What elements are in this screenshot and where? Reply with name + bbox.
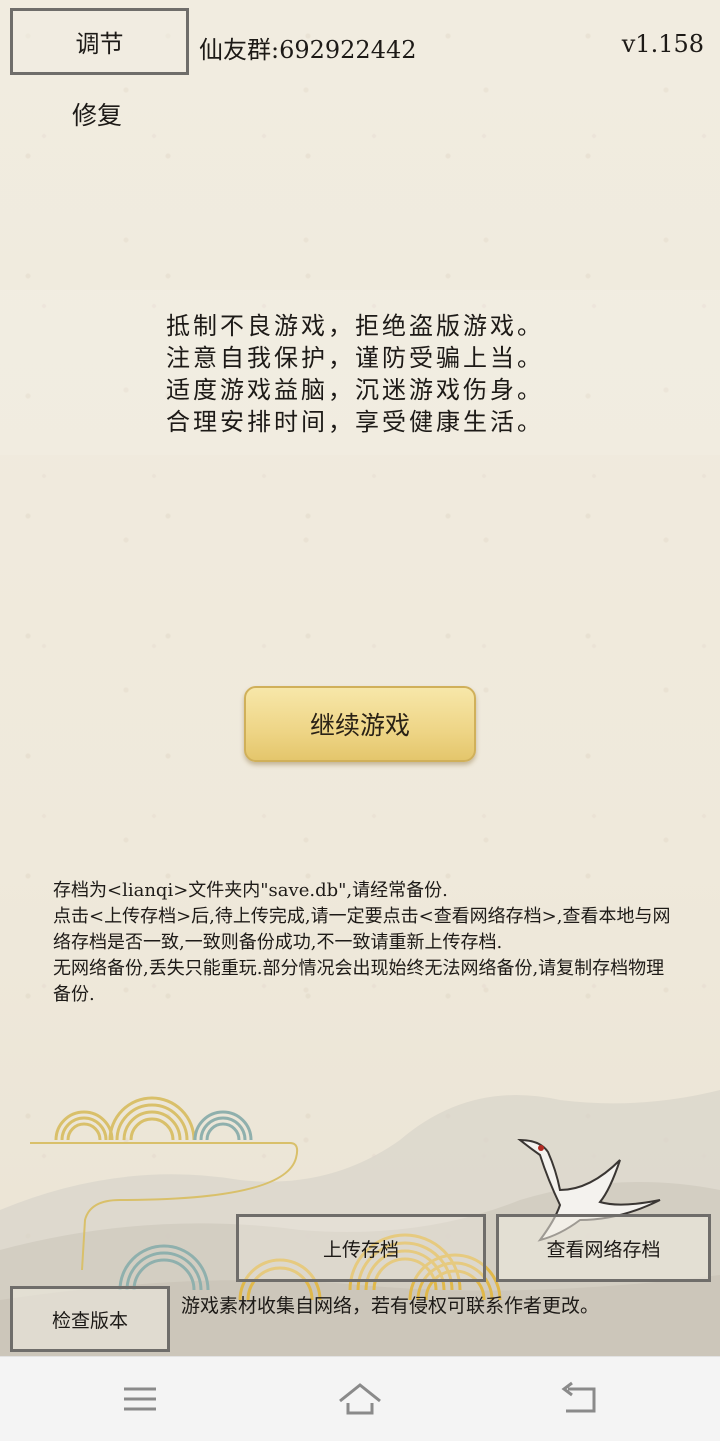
group-number: 仙友群:692922442 [199, 36, 417, 64]
save-info: 存档为<lianqi>文件夹内"save.db",请经常备份. 点击<上传存档>… [53, 878, 673, 1008]
upload-save-button[interactable]: 上传存档 [236, 1214, 486, 1282]
notice-line: 适度游戏益脑，沉迷游戏伤身。 [166, 376, 544, 404]
repair-button[interactable]: 修复 [72, 96, 122, 132]
notice-line: 合理安排时间，享受健康生活。 [166, 408, 544, 436]
info-line: 点击<上传存档>后,待上传完成,请一定要点击<查看网络存档>,查看本地与网络存档… [53, 906, 671, 953]
continue-game-button[interactable]: 继续游戏 [244, 686, 476, 762]
info-line: 无网络备份,丢失只能重玩.部分情况会出现始终无法网络备份,请复制存档物理备份. [53, 958, 665, 1005]
notice-line: 抵制不良游戏，拒绝盗版游戏。 [166, 312, 544, 340]
disclaimer-text: 游戏素材收集自网络，若有侵权可联系作者更改。 [180, 1295, 599, 1317]
view-cloud-save-button[interactable]: 查看网络存档 [496, 1214, 711, 1282]
back-icon[interactable] [558, 1377, 602, 1421]
info-line: 存档为<lianqi>文件夹内"save.db",请经常备份. [53, 880, 448, 901]
version-label: v1.158 [621, 30, 704, 58]
adjust-button[interactable]: 调节 [10, 8, 189, 75]
check-version-button[interactable]: 检查版本 [10, 1286, 170, 1352]
system-navigation-bar [0, 1356, 720, 1441]
menu-icon[interactable] [118, 1377, 162, 1421]
home-icon[interactable] [338, 1377, 382, 1421]
health-notice: 抵制不良游戏，拒绝盗版游戏。 注意自我保护，谨防受骗上当。 适度游戏益脑，沉迷游… [0, 290, 720, 455]
notice-line: 注意自我保护，谨防受骗上当。 [166, 344, 544, 372]
